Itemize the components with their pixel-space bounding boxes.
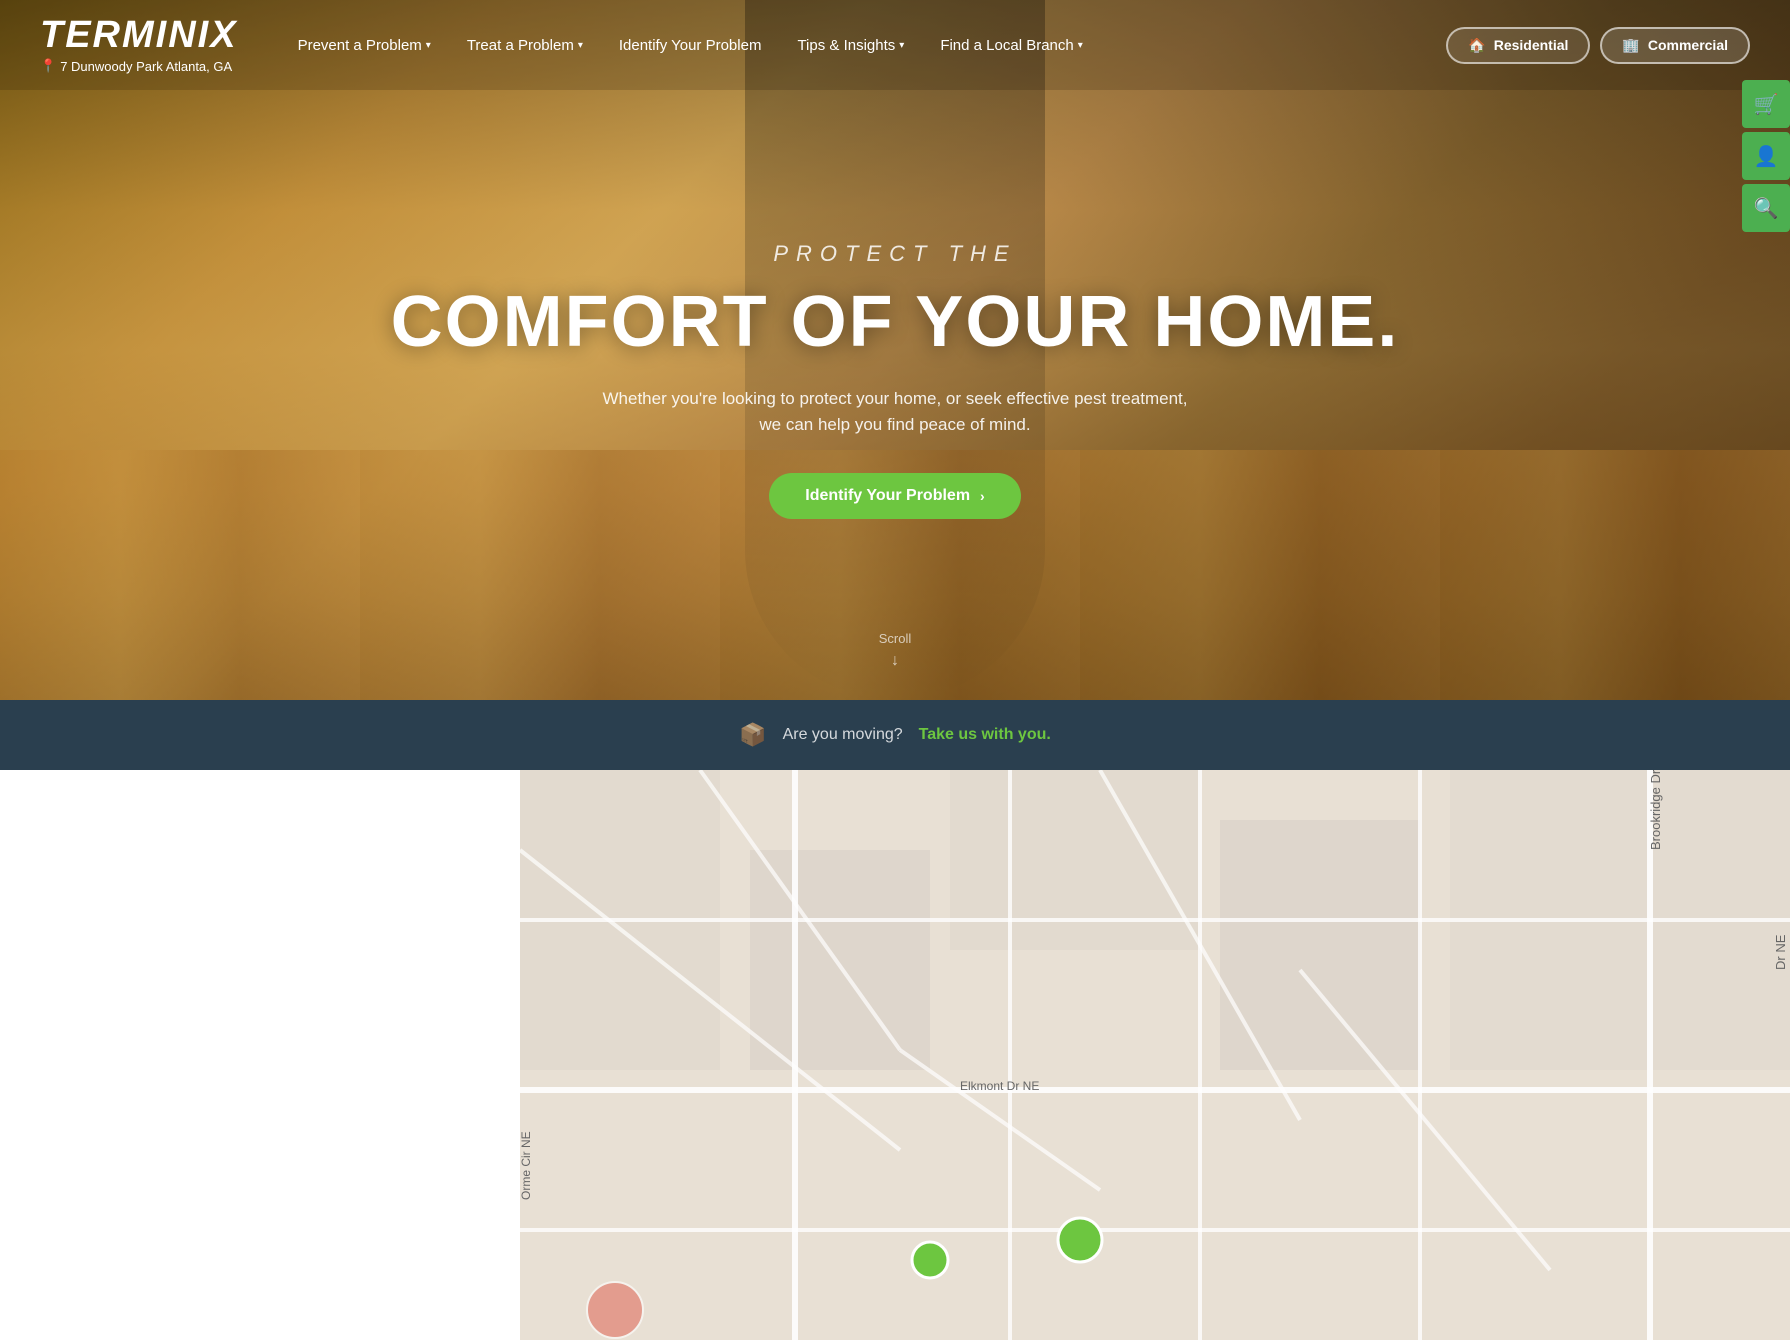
nav-prevent-problem[interactable]: Prevent a Problem ▾ (298, 37, 431, 54)
hero-title: COMFORT OF YOUR HOME. (391, 283, 1400, 362)
moving-banner-text: Are you moving? (783, 726, 903, 744)
location-text: 7 Dunwoody Park Atlanta, GA (60, 59, 232, 74)
arrow-right-icon: › (980, 488, 985, 504)
chevron-down-icon: ▾ (1078, 40, 1083, 51)
chevron-down-icon: ▾ (899, 40, 904, 51)
logo-text[interactable]: TERMINIX (40, 16, 238, 54)
location-pin-icon: 📍 (40, 58, 56, 74)
home-icon: 🏠 (1468, 37, 1485, 54)
hero-description: Whether you're looking to protect your h… (391, 386, 1400, 437)
logo-location[interactable]: 📍 7 Dunwoody Park Atlanta, GA (40, 58, 238, 74)
box-icon: 📦 (739, 722, 766, 748)
chevron-down-icon: ▾ (426, 40, 431, 51)
moving-banner-link[interactable]: Take us with you. (919, 726, 1051, 744)
search-button[interactable]: 🔍 (1742, 184, 1790, 232)
cart-icon: 🛒 (1754, 92, 1779, 117)
residential-button[interactable]: 🏠 Residential (1446, 27, 1590, 64)
logo-area: TERMINIX 📍 7 Dunwoody Park Atlanta, GA (40, 16, 238, 74)
nav-treat-problem[interactable]: Treat a Problem ▾ (467, 37, 583, 54)
svg-text:Orme Cir NE: Orme Cir NE (519, 1131, 533, 1200)
hero-subtitle: PROTECT THE (391, 241, 1400, 267)
search-icon: 🔍 (1754, 196, 1779, 221)
main-nav: Prevent a Problem ▾ Treat a Problem ▾ Id… (298, 37, 1447, 54)
cart-button[interactable]: 🛒 (1742, 80, 1790, 128)
building-icon: 🏢 (1622, 37, 1639, 54)
chevron-down-icon: ▾ (578, 40, 583, 51)
hero-section: PROTECT THE COMFORT OF YOUR HOME. Whethe… (0, 0, 1790, 700)
map-section: Dr NE Brookridge Dr NE Orme Cir NE Orme … (0, 770, 1790, 1340)
header: TERMINIX 📍 7 Dunwoody Park Atlanta, GA P… (0, 0, 1790, 90)
nav-tips-insights[interactable]: Tips & Insights ▾ (797, 37, 904, 54)
right-icon-panel: 🛒 👤 🔍 (1742, 80, 1790, 234)
svg-text:Brookridge Dr NE: Brookridge Dr NE (1648, 770, 1663, 850)
identify-problem-button[interactable]: Identify Your Problem › (769, 473, 1020, 519)
nav-find-branch[interactable]: Find a Local Branch ▾ (940, 37, 1082, 54)
nav-identify-problem[interactable]: Identify Your Problem (619, 37, 762, 54)
hero-content: PROTECT THE COMFORT OF YOUR HOME. Whethe… (391, 181, 1400, 519)
svg-text:Elkmont Dr NE: Elkmont Dr NE (960, 1079, 1039, 1093)
commercial-button[interactable]: 🏢 Commercial (1600, 27, 1750, 64)
map-background: Dr NE Brookridge Dr NE Orme Cir NE Orme … (0, 770, 1790, 1340)
user-button[interactable]: 👤 (1742, 132, 1790, 180)
map-overlay-panel (0, 770, 520, 1340)
moving-banner: 📦 Are you moving? Take us with you. (0, 700, 1790, 770)
user-icon: 👤 (1754, 144, 1779, 169)
svg-text:Dr NE: Dr NE (1773, 934, 1788, 970)
nav-actions: 🏠 Residential 🏢 Commercial (1446, 27, 1750, 64)
